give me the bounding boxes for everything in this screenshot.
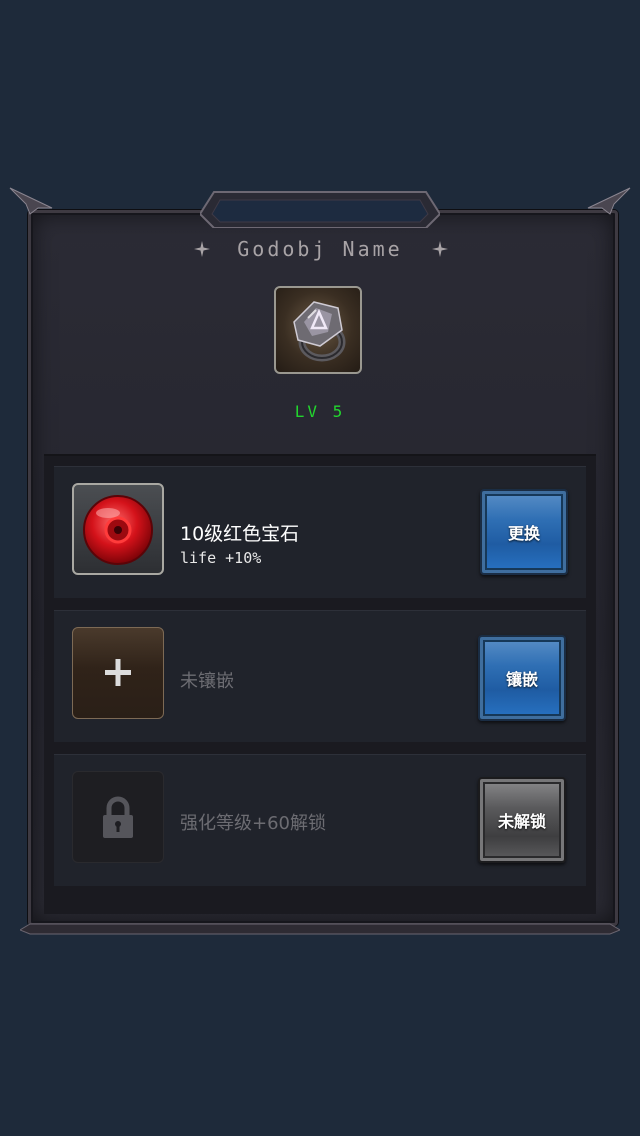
replace-button[interactable]: 更换 (480, 489, 568, 575)
item-title: Godobj Name (8, 234, 632, 264)
plus-icon (105, 659, 131, 686)
ring-icon (293, 301, 346, 362)
locked-button[interactable]: 未解锁 (478, 777, 566, 863)
top-tab-ornament-icon (200, 191, 440, 228)
title-star-right-icon (432, 241, 448, 257)
gem-name: 10级红色宝石 (180, 523, 300, 545)
empty-slot-label: 未镶嵌 (180, 671, 234, 692)
gem-slot-empty[interactable] (72, 627, 164, 719)
lock-icon (103, 796, 133, 838)
locked-button-label: 未解锁 (497, 812, 546, 831)
corner-ornament-left-icon (9, 187, 53, 215)
gem-effect: life +10% (180, 549, 262, 567)
inlay-button[interactable]: 镶嵌 (478, 635, 566, 721)
corner-ornament-right-icon (587, 187, 631, 215)
gem-inlay-panel: Godobj Name LV 5 10级红色宝石 life +10% 更换 未镶… (8, 184, 632, 940)
inlay-button-label: 镶嵌 (505, 670, 538, 689)
bottom-frame-ornament-icon (20, 923, 620, 935)
gem-slot-row-locked: 强化等级+60解锁 未解锁 (54, 754, 586, 886)
red-gem-icon (83, 495, 153, 565)
replace-button-label: 更换 (507, 524, 540, 543)
gem-slot-filled[interactable] (72, 483, 164, 575)
gem-slot-list: 10级红色宝石 life +10% 更换 未镶嵌 镶嵌 强化等级+60解锁 未解… (44, 454, 596, 914)
gem-slot-row-filled: 10级红色宝石 life +10% 更换 (54, 466, 586, 598)
gem-slot-locked (72, 771, 164, 863)
item-level: LV 5 (294, 402, 346, 421)
item-slot[interactable] (274, 286, 362, 374)
unlock-requirement: 强化等级+60解锁 (180, 813, 326, 834)
item-name: Godobj Name (237, 237, 403, 261)
gem-slot-row-empty: 未镶嵌 镶嵌 (54, 610, 586, 742)
